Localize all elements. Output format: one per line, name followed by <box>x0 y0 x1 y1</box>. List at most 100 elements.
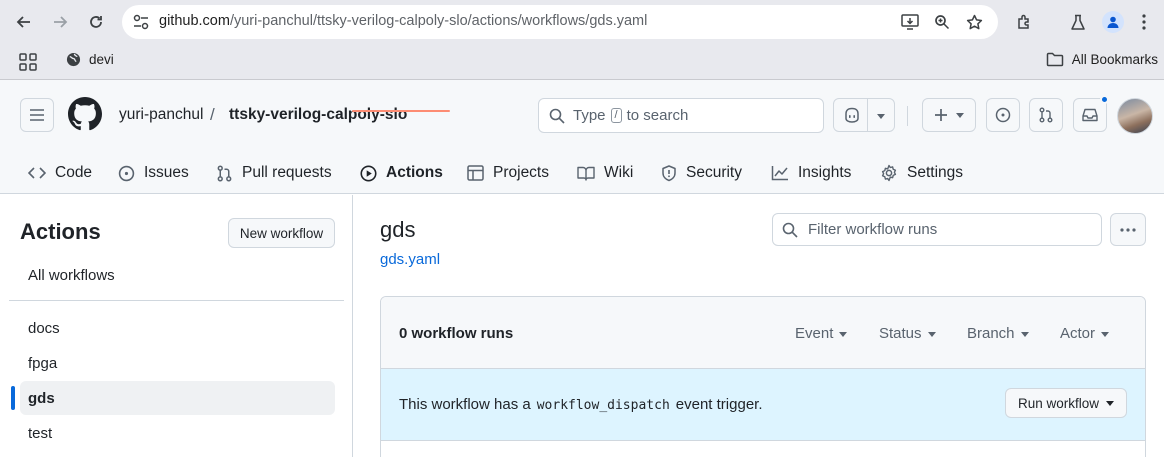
chevron-down-icon <box>1106 401 1115 406</box>
event-filter-dropdown[interactable]: Event <box>795 325 848 342</box>
sidebar-item-test[interactable]: test <box>20 416 335 450</box>
chrome-menu-icon[interactable] <box>1130 8 1158 36</box>
address-bar[interactable]: github.com/yuri-panchul/ttsky-verilog-ca… <box>122 5 998 39</box>
workflows-sidebar: Actions New workflow All workflows docs … <box>0 195 353 457</box>
github-logo-icon[interactable] <box>68 97 102 131</box>
filter-label: Actor <box>1060 325 1096 342</box>
workflow-file-link[interactable]: gds.yaml <box>380 251 440 268</box>
filter-label: Branch <box>967 325 1015 342</box>
sidebar-item-docs[interactable]: docs <box>20 311 335 345</box>
dispatch-message: This workflow has a workflow_dispatch even… <box>399 396 763 413</box>
workflow-runs-panel: 0 workflow runs Event Status Branch Acto… <box>380 296 1146 457</box>
breadcrumb-repo[interactable]: ttsky-verilog-calpoly-slo <box>229 106 407 124</box>
tab-pull-requests[interactable]: Pull requests <box>216 153 332 193</box>
dispatch-banner: This workflow has a workflow_dispatch even… <box>381 369 1145 441</box>
branch-filter-dropdown[interactable]: Branch <box>967 325 1029 342</box>
gear-icon <box>881 164 897 182</box>
copilot-divider <box>867 99 868 131</box>
dispatch-text-before: This workflow has a <box>399 396 531 413</box>
tab-label: Security <box>686 164 742 181</box>
issue-icon <box>995 107 1011 123</box>
site-info-icon[interactable] <box>132 13 150 31</box>
breadcrumb-owner[interactable]: yuri-panchul <box>119 106 203 124</box>
install-app-icon[interactable] <box>900 12 920 32</box>
workflow-label: docs <box>28 319 60 337</box>
chevron-down-icon <box>839 331 848 337</box>
active-item-marker <box>11 386 15 410</box>
github-header: yuri-panchul / ttsky-verilog-calpoly-slo… <box>0 80 1164 194</box>
apps-grid-icon[interactable] <box>19 53 37 71</box>
dispatch-code: workflow_dispatch <box>536 398 670 413</box>
new-workflow-button[interactable]: New workflow <box>228 218 335 248</box>
status-filter-dropdown[interactable]: Status <box>879 325 936 342</box>
reload-icon[interactable] <box>82 8 110 36</box>
search-icon <box>782 222 798 238</box>
plus-icon <box>935 109 947 121</box>
chevron-down-icon <box>927 331 936 337</box>
sidebar-item-gds[interactable]: gds <box>20 381 335 415</box>
tab-wiki[interactable]: Wiki <box>577 153 633 193</box>
search-icon <box>549 108 565 124</box>
tab-label: Wiki <box>604 164 634 181</box>
search-input[interactable]: Type / to search <box>538 98 824 133</box>
runs-header: 0 workflow runs Event Status Branch Acto… <box>381 297 1145 369</box>
tab-label: Issues <box>144 164 189 181</box>
zoom-icon[interactable] <box>932 12 952 32</box>
inbox-icon <box>1082 108 1098 122</box>
search-suffix: to search <box>626 107 689 124</box>
tab-actions[interactable]: Actions <box>360 153 443 193</box>
back-icon[interactable] <box>10 8 38 36</box>
tab-projects[interactable]: Projects <box>467 153 549 193</box>
workflow-label: fpga <box>28 354 58 372</box>
run-workflow-button[interactable]: Run workflow <box>1005 388 1127 418</box>
tab-issues[interactable]: Issues <box>118 153 189 193</box>
pull-request-icon <box>217 165 232 181</box>
chevron-down-icon[interactable] <box>877 114 885 119</box>
star-icon[interactable] <box>964 12 984 32</box>
hamburger-menu-button[interactable] <box>20 98 54 132</box>
sidebar-divider <box>9 300 344 301</box>
copilot-button[interactable] <box>833 98 895 132</box>
url-text: github.com/yuri-panchul/ttsky-verilog-ca… <box>159 13 648 29</box>
labs-flask-icon[interactable] <box>1064 8 1092 36</box>
breadcrumb-separator: / <box>210 105 215 124</box>
search-shortcut-key: / <box>610 108 622 123</box>
all-bookmarks-label: All Bookmarks <box>1071 52 1158 67</box>
filter-label: Event <box>795 325 834 342</box>
forward-icon[interactable] <box>46 8 74 36</box>
workflow-label: gds <box>28 389 55 407</box>
copilot-icon <box>845 107 859 123</box>
folder-icon <box>1046 52 1063 67</box>
all-bookmarks[interactable]: All Bookmarks <box>1046 52 1158 67</box>
avatar[interactable] <box>1117 98 1153 134</box>
profile-icon[interactable] <box>1102 11 1124 33</box>
filter-workflow-runs-input[interactable]: Filter workflow runs <box>772 213 1102 246</box>
sidebar-item-fpga[interactable]: fpga <box>20 346 335 380</box>
shield-icon <box>662 164 676 181</box>
pull-requests-button[interactable] <box>1029 98 1063 132</box>
table-icon <box>467 165 484 181</box>
kebab-horizontal-icon <box>1120 227 1136 232</box>
globe-icon <box>66 52 81 67</box>
extensions-icon[interactable] <box>1010 8 1038 36</box>
tab-code[interactable]: Code <box>28 153 92 193</box>
tab-label: Projects <box>493 164 549 181</box>
active-tab-underline <box>352 110 450 112</box>
search-prefix: Type <box>573 107 606 124</box>
issue-icon <box>118 165 135 181</box>
filter-placeholder: Filter workflow runs <box>808 221 938 238</box>
create-new-button[interactable] <box>922 98 976 132</box>
tab-settings[interactable]: Settings <box>880 153 963 193</box>
tab-insights[interactable]: Insights <box>771 153 851 193</box>
actor-filter-dropdown[interactable]: Actor <box>1060 325 1110 342</box>
run-workflow-label: Run workflow <box>1017 395 1100 411</box>
menu-icon <box>30 109 44 121</box>
sidebar-item-all-workflows[interactable]: All workflows <box>28 267 115 284</box>
tab-security[interactable]: Security <box>661 153 742 193</box>
issues-button[interactable] <box>986 98 1020 132</box>
bookmark-devi[interactable]: devi <box>66 52 114 67</box>
more-options-button[interactable] <box>1110 213 1146 246</box>
chevron-down-icon <box>1101 331 1110 337</box>
repo-nav: Code Issues Pull requests Actions Projec… <box>0 153 1164 193</box>
chevron-down-icon <box>956 113 964 118</box>
